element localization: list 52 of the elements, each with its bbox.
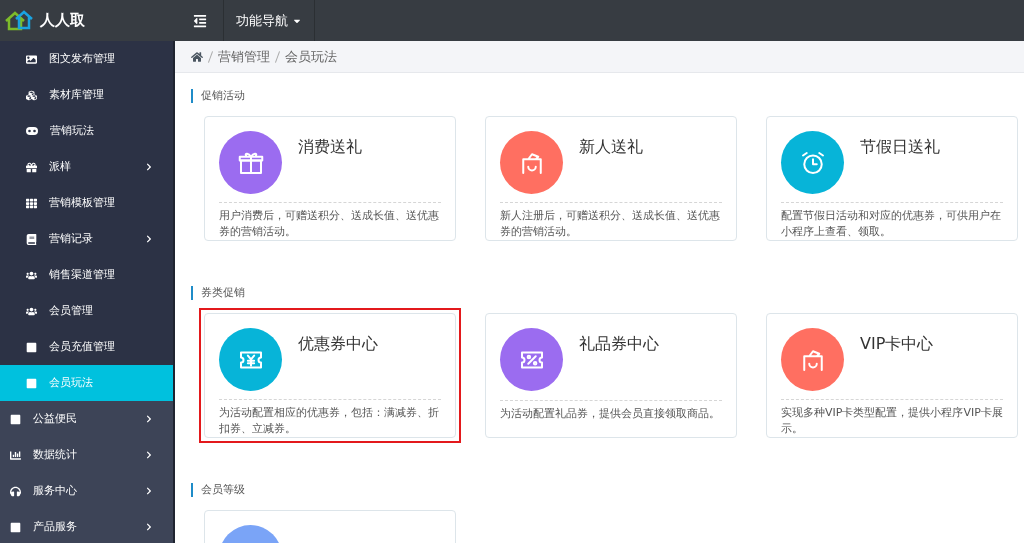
chevron-right-icon xyxy=(145,415,153,423)
feature-card[interactable]: 新人送礼 新人注册后，可赠送积分、送成长值、送优惠券的营销活动。 xyxy=(485,116,737,241)
gamepad-icon xyxy=(26,127,38,135)
chevron-right-icon xyxy=(145,523,153,531)
feature-card[interactable]: 优惠券中心 为活动配置相应的优惠券，包括：满减券、折扣券、立减券。 xyxy=(204,313,456,438)
house-logo-icon xyxy=(4,8,34,33)
image-icon xyxy=(26,53,37,65)
feature-card[interactable]: 消费送礼 用户消费后，可赠送积分、送成长值、送优惠券的营销活动。 xyxy=(204,116,456,241)
card-title: 优惠券中心 xyxy=(298,333,378,355)
grid-icon xyxy=(26,197,37,209)
sidebar-item[interactable]: 营销模板管理 xyxy=(0,185,173,221)
users-icon xyxy=(26,305,37,317)
book-icon xyxy=(26,233,37,245)
sidebar-item[interactable]: 营销记录 xyxy=(0,221,173,257)
brand-name: 人人取 xyxy=(40,10,85,32)
card-description: 为活动配置礼品券，提供会员直接领取商品。 xyxy=(500,406,721,422)
headphones-icon xyxy=(10,485,21,497)
card-description: 实现多种VIP卡类型配置，提供小程序VIP卡展示。 xyxy=(781,405,1003,437)
card-title: 新人送礼 xyxy=(579,136,643,158)
sidebar-item[interactable]: 素材库管理 xyxy=(0,77,173,113)
chevron-right-icon xyxy=(145,451,153,459)
gift-icon xyxy=(26,161,37,173)
sidebar-item[interactable]: 营销玩法 xyxy=(0,113,173,149)
sidebar-item[interactable]: 销售渠道管理 xyxy=(0,257,173,293)
sidebar-item[interactable]: 会员管理 xyxy=(0,293,173,329)
card-title: 礼品券中心 xyxy=(579,333,659,355)
breadcrumb-link[interactable]: 会员玩法 xyxy=(285,46,337,67)
feature-card[interactable]: VIP卡中心 实现多种VIP卡类型配置，提供小程序VIP卡展示。 xyxy=(766,313,1018,438)
card-title: VIP卡中心 xyxy=(860,333,934,355)
card-description: 用户消费后，可赠送积分、送成长值、送优惠券的营销活动。 xyxy=(219,208,440,240)
cubes-icon xyxy=(26,89,37,101)
feature-card[interactable]: 礼品券中心 为活动配置礼品券，提供会员直接领取商品。 xyxy=(485,313,737,438)
feature-card[interactable]: 节假日送礼 配置节假日活动和对应的优惠券，可供用户在小程序上查看、领取。 xyxy=(766,116,1018,241)
sidebar-toggle-icon[interactable] xyxy=(193,13,207,28)
sidebar-item[interactable]: 会员充值管理 xyxy=(0,329,173,365)
card-description: 新人注册后，可赠送积分、送成长值、送优惠券的营销活动。 xyxy=(500,208,721,240)
bar-chart-icon xyxy=(10,449,21,461)
users-icon xyxy=(26,269,37,281)
sidebar-item[interactable]: 派样 xyxy=(0,149,173,185)
card-description: 为活动配置相应的优惠券，包括：满减券、折扣券、立减券。 xyxy=(219,405,440,437)
home-icon[interactable] xyxy=(191,50,203,63)
breadcrumb-link[interactable]: 营销管理 xyxy=(218,46,270,67)
chevron-right-icon xyxy=(145,235,153,243)
chevron-right-icon xyxy=(145,163,153,171)
section-title: 券类促销 xyxy=(201,284,245,301)
card-title: 消费送礼 xyxy=(298,136,362,158)
sidebar-item[interactable]: 图文发布管理 xyxy=(0,41,173,77)
section-title: 会员等级 xyxy=(201,481,245,498)
card-title: 节假日送礼 xyxy=(860,136,940,158)
section-title: 促销活动 xyxy=(201,87,245,104)
chevron-right-icon xyxy=(145,487,153,495)
card-description: 配置节假日活动和对应的优惠券，可供用户在小程序上查看、领取。 xyxy=(781,208,1002,240)
